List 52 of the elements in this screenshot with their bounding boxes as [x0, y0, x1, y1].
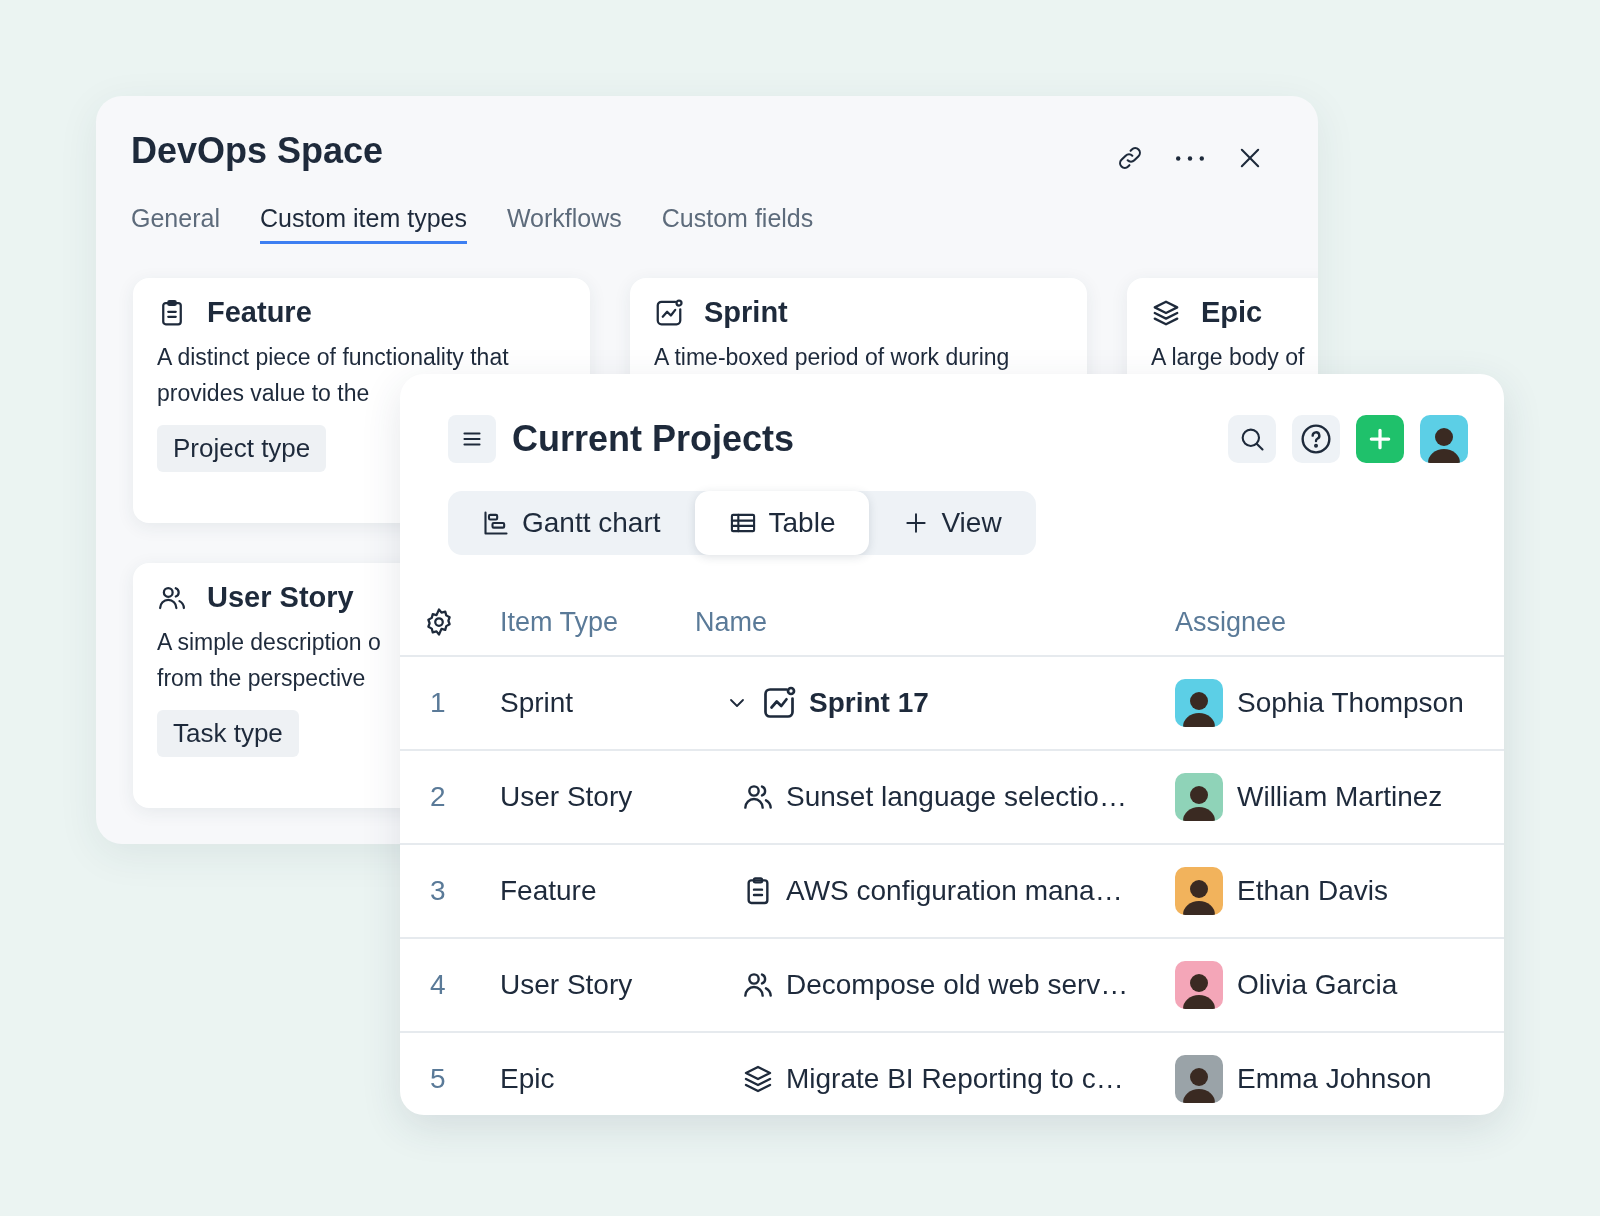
- card-description: A time-boxed period of work during: [654, 343, 1010, 372]
- help-button[interactable]: [1292, 415, 1340, 463]
- help-icon: [1300, 423, 1332, 455]
- card-description: A simple description o: [157, 628, 381, 657]
- card-description: A distinct piece of functionality that: [157, 343, 509, 372]
- card-description: provides value to the: [157, 379, 370, 408]
- assignee-name: Emma Johnson: [1237, 1063, 1432, 1095]
- assignee-name: Sophia Thompson: [1237, 687, 1464, 719]
- item-name[interactable]: AWS configuration mana…: [786, 875, 1123, 907]
- assignee-name: Ethan Davis: [1237, 875, 1388, 907]
- item-name[interactable]: Migrate BI Reporting to c…: [786, 1063, 1124, 1095]
- row-number: 5: [429, 1063, 447, 1095]
- tab[interactable]: Custom fields: [661, 198, 814, 244]
- column-header: Name: [695, 606, 769, 638]
- user-avatar: [1420, 415, 1468, 463]
- plus-icon: [1367, 426, 1393, 452]
- settings-icon: [424, 607, 454, 637]
- chart-icon: [654, 297, 684, 328]
- card-title: Sprint: [704, 296, 788, 329]
- view-tab[interactable]: Table: [694, 491, 870, 555]
- item-name[interactable]: Sprint 17: [809, 687, 929, 719]
- chart-icon: [761, 685, 797, 721]
- item-name[interactable]: Sunset language selectio…: [786, 781, 1127, 813]
- layers-icon: [742, 1063, 774, 1095]
- panel-title: DevOps Space: [131, 130, 385, 172]
- card-title: Feature: [207, 296, 312, 329]
- tab[interactable]: General: [131, 198, 220, 244]
- card-title: Epic: [1201, 296, 1263, 329]
- card-title: User Story: [207, 581, 354, 614]
- column-header: Assignee: [1175, 606, 1288, 638]
- row-number: 3: [429, 875, 447, 907]
- menu-button[interactable]: [448, 415, 496, 463]
- card-description: from the perspective: [157, 664, 366, 693]
- card-description: A large body of: [1151, 343, 1305, 372]
- item-name[interactable]: Decompose old web serv…: [786, 969, 1129, 1001]
- row-number: 4: [429, 969, 447, 1001]
- tab[interactable]: Custom item types: [259, 198, 467, 244]
- table-cell-text: Epic: [500, 1063, 556, 1095]
- search-button[interactable]: [1228, 415, 1276, 463]
- assignee-name: William Martinez: [1237, 781, 1443, 813]
- row-number: 1: [429, 687, 447, 719]
- type-tag: Task type: [157, 710, 299, 757]
- table-cell-text: Feature: [500, 875, 598, 907]
- gantt-icon: [482, 509, 510, 537]
- type-tag: Project type: [157, 425, 327, 472]
- view-tab[interactable]: View: [869, 491, 1036, 555]
- tab[interactable]: Workflows: [506, 198, 622, 244]
- link-icon: [1116, 144, 1144, 172]
- table-cell-text: Sprint: [500, 687, 575, 719]
- table-cell-text: User Story: [500, 969, 634, 1001]
- assignee-name: Olivia Garcia: [1237, 969, 1398, 1001]
- more-icon: [1176, 154, 1204, 162]
